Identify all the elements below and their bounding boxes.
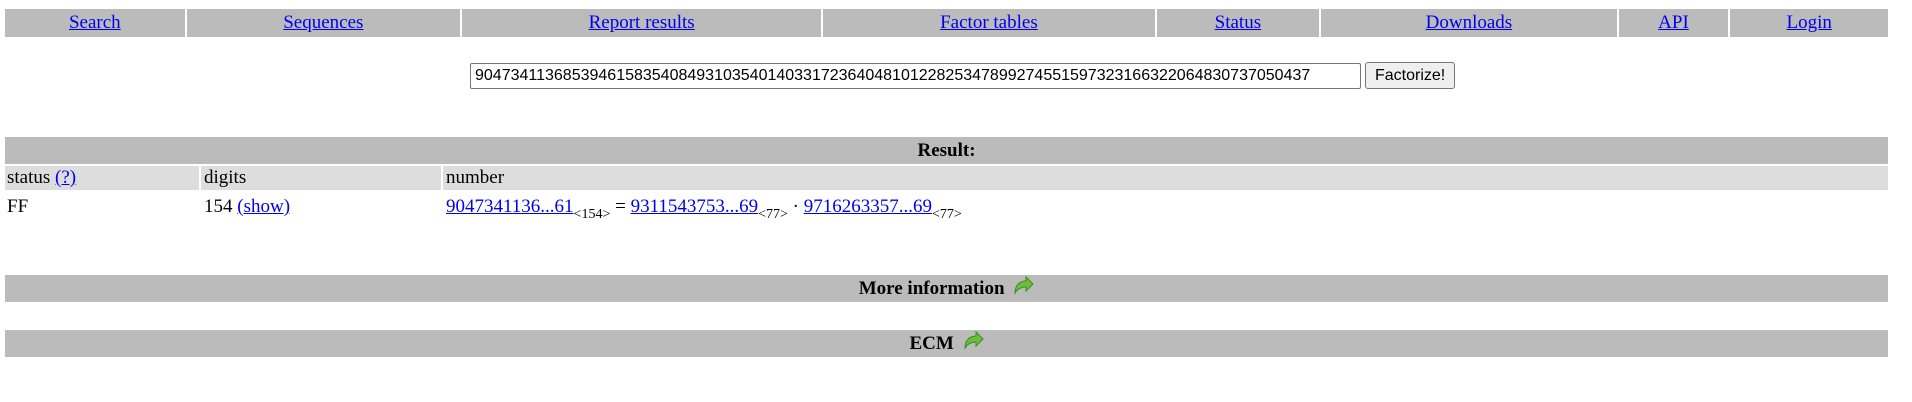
ecm-bar[interactable]: ECM <box>5 330 1888 357</box>
times-sign: · <box>787 196 804 217</box>
nav-login: Login <box>1730 9 1889 37</box>
nav-search: Search <box>5 9 185 37</box>
nav-link-login[interactable]: Login <box>1786 12 1831 33</box>
nav-link-search[interactable]: Search <box>69 12 121 33</box>
status-help-link[interactable]: (?) <box>55 167 76 188</box>
number-link[interactable]: 9047341136...61 <box>446 196 574 217</box>
expand-arrow-icon <box>964 331 984 350</box>
factor-2-digit-count: <77> <box>931 207 962 222</box>
number-digit-count: <154> <box>573 207 611 222</box>
factorize-button[interactable]: Factorize! <box>1365 62 1456 89</box>
column-divider <box>199 166 201 190</box>
top-nav: Search Sequences Report results Factor t… <box>5 9 1889 37</box>
factor-1-digit-count: <77> <box>758 207 788 222</box>
nav-report-results: Report results <box>462 9 822 37</box>
nav-link-downloads[interactable]: Downloads <box>1426 12 1513 33</box>
more-information-label: More information <box>858 278 1005 299</box>
more-information-bar[interactable]: More information <box>5 275 1888 302</box>
column-divider <box>441 166 443 190</box>
number-input[interactable] <box>470 62 1361 89</box>
status-header-label: status <box>7 167 51 188</box>
factor-2-link[interactable]: 9716263357...69 <box>804 196 932 217</box>
nav-downloads: Downloads <box>1321 9 1617 37</box>
equals-sign: = <box>610 196 631 217</box>
nav-api: API <box>1618 9 1729 37</box>
show-number-link[interactable]: (show) <box>237 196 290 217</box>
number-cell: 9047341136...61<154> = 9311543753...69<7… <box>446 193 962 222</box>
nav-link-report-results[interactable]: Report results <box>589 12 695 33</box>
ecm-label: ECM <box>909 333 954 354</box>
expand-arrow-icon <box>1014 276 1034 295</box>
status-value: FF <box>7 196 29 217</box>
digits-header: digits <box>204 167 247 188</box>
digits-value: 154 <box>204 196 233 217</box>
factor-1-link[interactable]: 9311543753...69 <box>631 196 759 217</box>
nav-status: Status <box>1156 9 1320 37</box>
result-header-row: status (?) digits number <box>5 166 1888 190</box>
result-row: FF 154 (show) 9047341136...61<154> = 931… <box>5 193 1888 223</box>
nav-link-status[interactable]: Status <box>1215 12 1261 33</box>
nav-link-api[interactable]: API <box>1658 12 1689 33</box>
number-header: number <box>446 167 505 188</box>
factorize-form: Factorize! <box>470 62 1456 89</box>
status-header: status (?) <box>7 166 76 190</box>
nav-factor-tables: Factor tables <box>823 9 1155 37</box>
digits-cell: 154 (show) <box>204 193 290 221</box>
nav-link-sequences[interactable]: Sequences <box>283 12 363 33</box>
nav-link-factor-tables[interactable]: Factor tables <box>940 12 1038 33</box>
nav-sequences: Sequences <box>186 9 461 37</box>
result-title: Result: <box>5 137 1888 164</box>
